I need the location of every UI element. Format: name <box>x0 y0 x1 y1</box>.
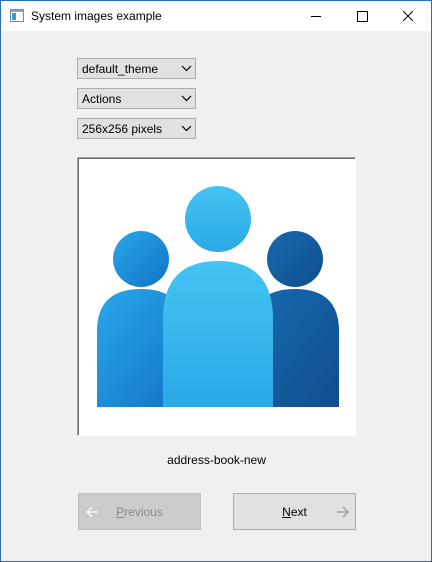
next-button[interactable]: Next <box>233 493 356 530</box>
main-window: System images example default_theme Acti… <box>0 0 432 562</box>
next-label-rest: ext <box>290 505 307 519</box>
minimize-icon <box>311 16 321 17</box>
previous-button-label: Previous <box>79 505 200 519</box>
icon-preview-frame <box>77 157 356 436</box>
app-window-icon <box>10 9 24 22</box>
maximize-icon <box>357 11 368 22</box>
previous-button[interactable]: Previous <box>78 493 201 530</box>
title-bar[interactable]: System images example <box>1 1 431 31</box>
size-combobox-value: 256x256 pixels <box>82 122 163 136</box>
chevron-down-icon <box>181 95 192 102</box>
chevron-down-icon <box>181 65 192 72</box>
context-combobox[interactable]: Actions <box>77 88 196 109</box>
previous-label-rest: revious <box>124 505 163 519</box>
next-mnemonic: N <box>282 505 291 519</box>
maximize-button[interactable] <box>339 1 385 31</box>
size-combobox[interactable]: 256x256 pixels <box>77 118 196 139</box>
window-title: System images example <box>31 9 162 23</box>
person-right-head <box>267 231 323 287</box>
theme-combobox[interactable]: default_theme <box>77 58 196 79</box>
close-button[interactable] <box>385 1 431 31</box>
context-combobox-value: Actions <box>82 92 122 106</box>
arrow-right-icon <box>337 506 349 518</box>
minimize-button[interactable] <box>293 1 339 31</box>
address-book-new-icon <box>97 186 339 407</box>
chevron-down-icon <box>181 125 192 132</box>
close-icon <box>402 10 414 22</box>
previous-mnemonic: P <box>116 505 125 519</box>
person-front-head <box>185 186 251 252</box>
person-front-body <box>163 261 273 407</box>
icon-name-label: address-book-new <box>167 453 266 467</box>
person-left-head <box>113 231 169 287</box>
theme-combobox-value: default_theme <box>82 62 159 76</box>
